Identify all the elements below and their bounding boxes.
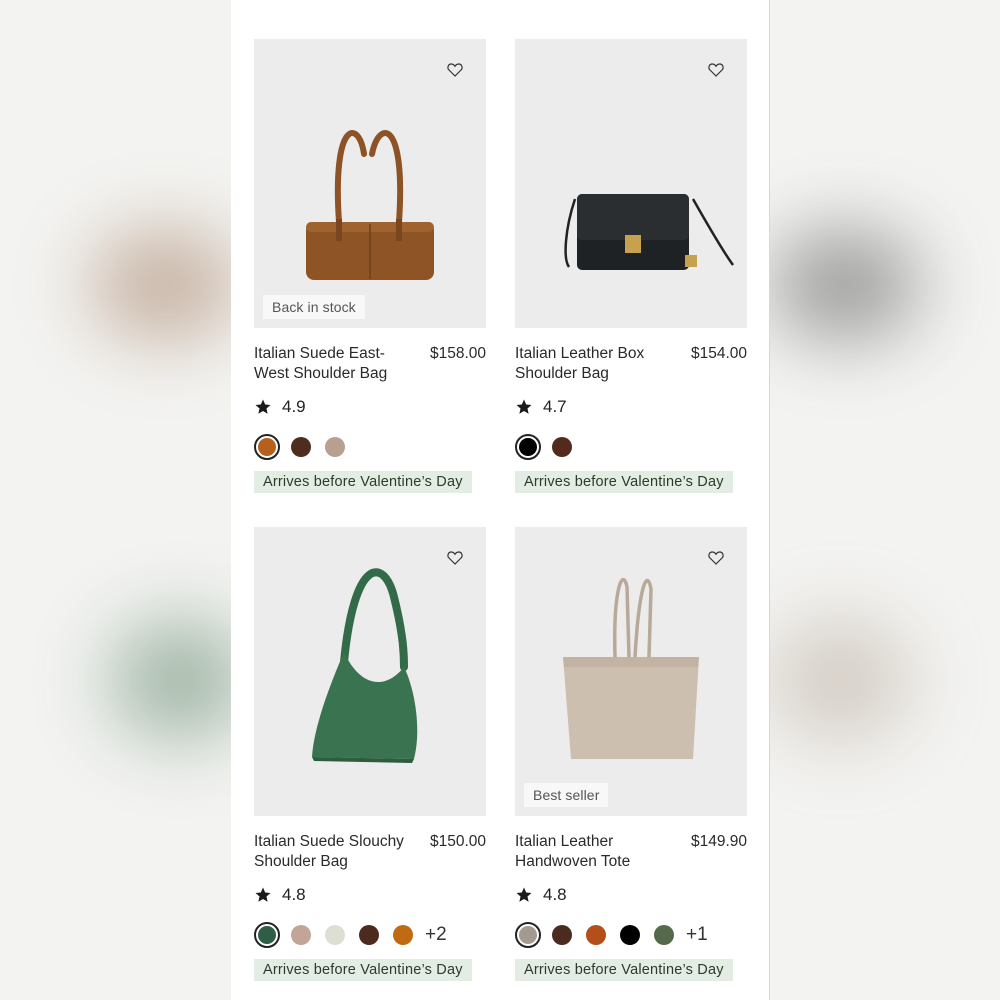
- product-image[interactable]: Back in stock: [254, 39, 486, 328]
- color-swatch[interactable]: [325, 925, 345, 945]
- product-image[interactable]: Best seller: [515, 527, 747, 816]
- color-swatch[interactable]: [291, 925, 311, 945]
- product-price: $154.00: [690, 345, 747, 362]
- rating: 4.9: [254, 396, 486, 418]
- product-price: $150.00: [429, 833, 486, 850]
- color-swatch[interactable]: [254, 434, 280, 460]
- color-swatch[interactable]: [654, 925, 674, 945]
- shipping-badge: Arrives before Valentine’s Day: [254, 959, 472, 981]
- product-card[interactable]: Italian Suede Slouchy Shoulder Bag $150.…: [254, 527, 486, 981]
- more-colors-count[interactable]: +2: [425, 924, 447, 946]
- box-bag-image: [564, 194, 735, 270]
- color-swatch[interactable]: [552, 925, 572, 945]
- color-swatch[interactable]: [620, 925, 640, 945]
- slouchy-bag-image: [312, 568, 418, 763]
- color-swatches: +2: [254, 921, 486, 949]
- color-swatches: [515, 433, 747, 461]
- color-swatch[interactable]: [291, 437, 311, 457]
- shipping-badge: Arrives before Valentine’s Day: [515, 471, 733, 493]
- color-swatch[interactable]: [552, 437, 572, 457]
- product-image[interactable]: [254, 527, 486, 816]
- rating-value: 4.7: [543, 397, 567, 416]
- status-badge: Best seller: [524, 783, 609, 807]
- color-swatch[interactable]: [325, 437, 345, 457]
- status-badge: Back in stock: [263, 295, 365, 319]
- color-swatch[interactable]: [515, 922, 541, 948]
- star-icon: [255, 887, 271, 902]
- rating: 4.8: [515, 884, 747, 906]
- suede-bag-image: [306, 130, 434, 280]
- product-price: $158.00: [429, 345, 486, 362]
- color-swatches: +1: [515, 921, 747, 949]
- woven-tote-image: [563, 578, 699, 759]
- product-name[interactable]: Italian Suede East-West Shoulder Bag: [254, 344, 414, 384]
- star-icon: [255, 399, 271, 414]
- shipping-badge: Arrives before Valentine’s Day: [515, 959, 733, 981]
- color-swatch[interactable]: [254, 922, 280, 948]
- rating: 4.8: [254, 884, 486, 906]
- rating-value: 4.8: [543, 885, 567, 904]
- product-name[interactable]: Italian Suede Slouchy Shoulder Bag: [254, 832, 414, 872]
- color-swatch[interactable]: [586, 925, 606, 945]
- rating-value: 4.8: [282, 885, 306, 904]
- color-swatches: [254, 433, 486, 461]
- color-swatch[interactable]: [393, 925, 413, 945]
- product-card[interactable]: Best seller Italian Leather Handwoven To…: [515, 527, 747, 981]
- star-icon: [516, 399, 532, 414]
- heart-outline-icon[interactable]: [707, 61, 725, 79]
- heart-outline-icon[interactable]: [446, 549, 464, 567]
- product-name[interactable]: Italian Leather Handwoven Tote: [515, 832, 675, 872]
- heart-outline-icon[interactable]: [707, 549, 725, 567]
- product-price: $149.90: [690, 833, 747, 850]
- rating: 4.7: [515, 396, 747, 418]
- star-icon: [516, 887, 532, 902]
- product-card[interactable]: Italian Leather Box Shoulder Bag $154.00…: [515, 39, 747, 493]
- product-image[interactable]: [515, 39, 747, 328]
- color-swatch[interactable]: [515, 434, 541, 460]
- heart-outline-icon[interactable]: [446, 61, 464, 79]
- color-swatch[interactable]: [359, 925, 379, 945]
- shipping-badge: Arrives before Valentine’s Day: [254, 471, 472, 493]
- product-card[interactable]: Back in stock Italian Suede East-West Sh…: [254, 39, 486, 493]
- rating-value: 4.9: [282, 397, 306, 416]
- product-name[interactable]: Italian Leather Box Shoulder Bag: [515, 344, 675, 384]
- more-colors-count[interactable]: +1: [686, 924, 708, 946]
- product-grid: Back in stock Italian Suede East-West Sh…: [231, 0, 770, 1000]
